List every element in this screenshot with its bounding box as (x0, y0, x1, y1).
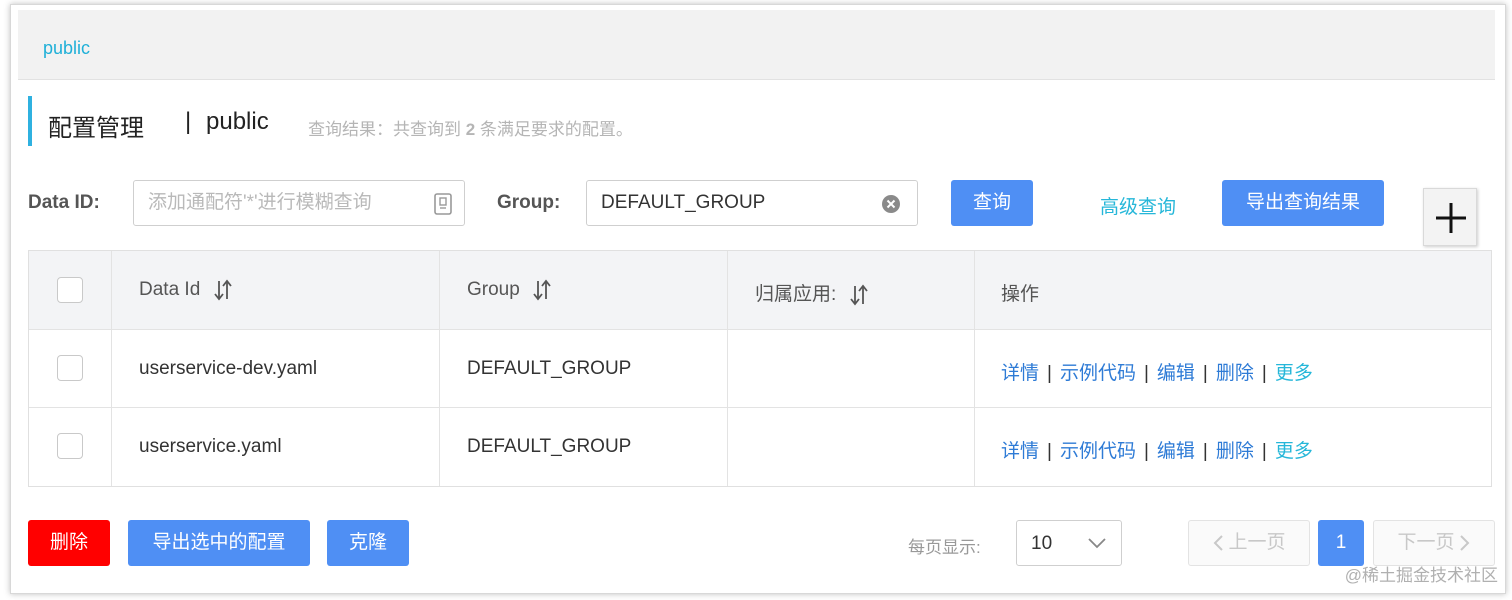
title-accent-bar (28, 96, 32, 146)
clipboard-icon (434, 193, 452, 215)
action-separator: | (1261, 363, 1267, 384)
page-size-select[interactable]: 10 (1016, 520, 1122, 566)
action-separator: | (1047, 363, 1052, 384)
add-config-button[interactable] (1423, 188, 1477, 246)
group-label: Group: (497, 192, 561, 213)
config-table: Data Id Group 归属应用: 操作 userservice-dev.y… (28, 250, 1492, 487)
table-row: userservice.yaml DEFAULT_GROUP 详情 | 示例代码 | 编… (29, 408, 1491, 486)
page-header: 配置管理 | public 查询结果：共查询到 2 条满足要求的配置。 (28, 96, 1028, 146)
prev-page-button[interactable]: 上一页 (1188, 520, 1310, 566)
table-row: userservice-dev.yaml DEFAULT_GROUP 详情 | 示例… (29, 330, 1491, 408)
result-count: 2 (465, 120, 476, 139)
column-header-data-id-label: Data Id (139, 279, 201, 301)
action-separator: | (1143, 363, 1149, 384)
data-id-label: Data ID: (28, 192, 100, 213)
data-id-input[interactable]: 添加通配符'*'进行模糊查询 (133, 180, 465, 226)
namespace-tab-public[interactable]: public (43, 38, 90, 59)
clear-icon[interactable] (881, 194, 901, 214)
column-header-group-label: Group (467, 279, 520, 301)
column-header-app[interactable]: 归属应用: (755, 279, 868, 306)
delete-link[interactable]: 删除 (1216, 363, 1254, 384)
watermark: @稀土掘金技术社区 (1344, 566, 1498, 585)
next-page-label: 下一页 (1397, 532, 1455, 553)
query-button[interactable]: 查询 (951, 180, 1033, 226)
page-namespace: public (206, 108, 269, 135)
export-results-button[interactable]: 导出查询结果 (1222, 180, 1384, 226)
action-separator: | (1261, 441, 1267, 462)
sample-code-link[interactable]: 示例代码 (1060, 441, 1136, 462)
chevron-right-icon (1459, 535, 1469, 551)
edit-link[interactable]: 编辑 (1157, 363, 1195, 384)
plus-icon (1436, 203, 1466, 233)
row-actions: 详情 | 示例代码 | 编辑 | 删除 | 更多 (1001, 358, 1313, 385)
page-1-button[interactable]: 1 (1318, 520, 1364, 566)
group-input[interactable]: DEFAULT_GROUP (586, 180, 918, 226)
page-size-value: 10 (1031, 533, 1053, 554)
advanced-query-link[interactable]: 高级查询 (1100, 192, 1176, 219)
sort-icon[interactable] (533, 279, 551, 301)
clone-button[interactable]: 克隆 (327, 520, 409, 566)
sort-icon[interactable] (849, 284, 868, 306)
data-id-placeholder: 添加通配符'*'进行模糊查询 (148, 192, 372, 213)
delete-button[interactable]: 删除 (28, 520, 110, 566)
column-divider (727, 251, 728, 486)
more-link[interactable]: 更多 (1275, 363, 1313, 384)
edit-link[interactable]: 编辑 (1157, 441, 1195, 462)
row-actions: 详情 | 示例代码 | 编辑 | 删除 | 更多 (1001, 436, 1313, 463)
select-all-checkbox[interactable] (57, 277, 83, 303)
more-link[interactable]: 更多 (1275, 441, 1313, 462)
row-checkbox[interactable] (57, 355, 83, 381)
column-header-app-label: 归属应用: (755, 284, 837, 305)
details-link[interactable]: 详情 (1001, 441, 1039, 462)
column-divider (439, 251, 440, 486)
row-checkbox[interactable] (57, 433, 83, 459)
row-group: DEFAULT_GROUP (467, 358, 632, 379)
row-group: DEFAULT_GROUP (467, 436, 632, 457)
query-result-summary: 查询结果：共查询到 2 条满足要求的配置。 (308, 115, 633, 140)
row-data-id: userservice.yaml (139, 436, 282, 457)
column-header-actions: 操作 (1001, 284, 1040, 305)
row-data-id: userservice-dev.yaml (139, 358, 318, 379)
group-input-value: DEFAULT_GROUP (601, 192, 766, 213)
action-separator: | (1143, 441, 1149, 462)
chevron-down-icon (1088, 538, 1106, 549)
result-suffix: 条满足要求的配置。 (475, 120, 633, 139)
page-size-label: 每页显示: (908, 538, 981, 557)
column-header-data-id[interactable]: Data Id (139, 279, 232, 301)
result-prefix: 查询结果：共查询到 (308, 120, 466, 139)
column-header-group[interactable]: Group (467, 279, 551, 301)
title-separator: | (185, 108, 192, 135)
export-selected-button[interactable]: 导出选中的配置 (128, 520, 310, 566)
action-separator: | (1202, 441, 1208, 462)
prev-page-label: 上一页 (1228, 532, 1286, 553)
action-separator: | (1047, 441, 1052, 462)
next-page-button[interactable]: 下一页 (1373, 520, 1495, 566)
action-separator: | (1202, 363, 1208, 384)
sample-code-link[interactable]: 示例代码 (1060, 363, 1136, 384)
chevron-left-icon (1214, 535, 1224, 551)
details-link[interactable]: 详情 (1001, 363, 1039, 384)
sort-icon[interactable] (213, 279, 232, 301)
column-divider (111, 251, 112, 486)
delete-link[interactable]: 删除 (1216, 441, 1254, 462)
table-header-row: Data Id Group 归属应用: 操作 (29, 251, 1491, 330)
page-title: 配置管理 (48, 115, 144, 142)
namespace-bar: public (18, 10, 1495, 80)
column-divider (974, 251, 975, 486)
